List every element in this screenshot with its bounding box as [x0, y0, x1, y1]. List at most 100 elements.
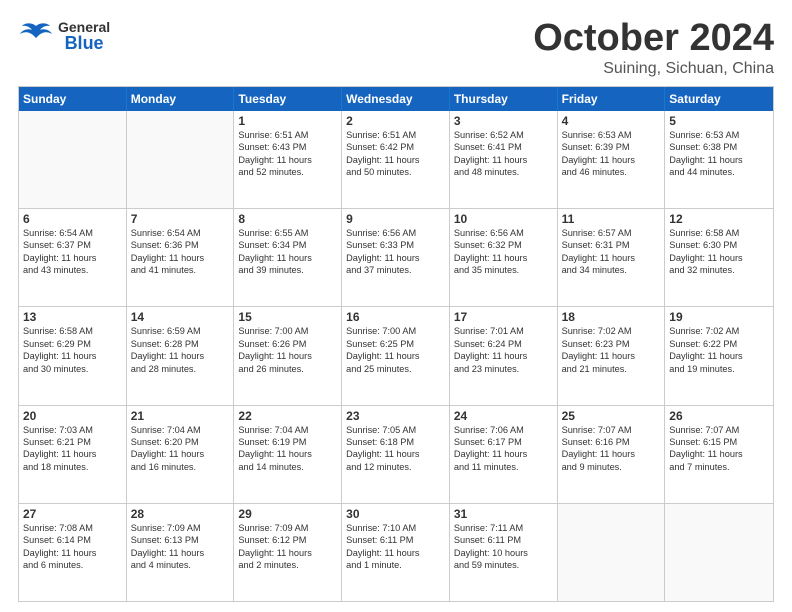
cell-line-1: Sunset: 6:41 PM	[454, 141, 553, 153]
day-number: 1	[238, 114, 337, 128]
calendar-body: 1Sunrise: 6:51 AMSunset: 6:43 PM Daylight…	[19, 111, 773, 601]
cell-line-3: and 9 minutes.	[562, 461, 661, 473]
day-number: 16	[346, 310, 445, 324]
day-cell-23: 23Sunrise: 7:05 AMSunset: 6:18 PMDayligh…	[342, 406, 450, 503]
cell-line-0: Sunrise: 6:51 AM	[238, 129, 337, 141]
day-number: 26	[669, 409, 769, 423]
header-day-friday: Friday	[558, 87, 666, 111]
cell-line-3: and 11 minutes.	[454, 461, 553, 473]
cell-line-1: Sunset: 6:15 PM	[669, 436, 769, 448]
cell-line-3: and 52 minutes.	[238, 166, 337, 178]
cell-line-3: and 46 minutes.	[562, 166, 661, 178]
cell-line-2: Daylight: 11 hours	[562, 252, 661, 264]
cell-line-2: Daylight: 11 hours	[238, 252, 337, 264]
cell-line-3: and 4 minutes.	[131, 559, 230, 571]
day-number: 29	[238, 507, 337, 521]
cell-line-1: Sunset: 6:25 PM	[346, 338, 445, 350]
day-cell-28: 28Sunrise: 7:09 AMSunset: 6:13 PMDayligh…	[127, 504, 235, 601]
cell-line-1: Sunset: 6:37 PM	[23, 239, 122, 251]
day-number: 25	[562, 409, 661, 423]
day-cell-12: 12Sunrise: 6:58 AMSunset: 6:30 PMDayligh…	[665, 209, 773, 306]
cell-line-1: Sunset: 6:28 PM	[131, 338, 230, 350]
cell-line-1: Sunset: 6:43 PM	[238, 141, 337, 153]
cell-line-1: Sunset: 6:18 PM	[346, 436, 445, 448]
calendar-header: SundayMondayTuesdayWednesdayThursdayFrid…	[19, 87, 773, 111]
day-number: 20	[23, 409, 122, 423]
cell-line-0: Sunrise: 6:58 AM	[669, 227, 769, 239]
cell-line-0: Sunrise: 6:59 AM	[131, 325, 230, 337]
day-cell-19: 19Sunrise: 7:02 AMSunset: 6:22 PMDayligh…	[665, 307, 773, 404]
cell-line-1: Sunset: 6:20 PM	[131, 436, 230, 448]
day-number: 3	[454, 114, 553, 128]
logo-blue: Blue	[65, 34, 104, 52]
day-number: 11	[562, 212, 661, 226]
cell-line-1: Sunset: 6:23 PM	[562, 338, 661, 350]
day-cell-11: 11Sunrise: 6:57 AMSunset: 6:31 PMDayligh…	[558, 209, 666, 306]
day-cell-6: 6Sunrise: 6:54 AMSunset: 6:37 PMDaylight…	[19, 209, 127, 306]
cell-line-0: Sunrise: 6:56 AM	[346, 227, 445, 239]
day-number: 14	[131, 310, 230, 324]
cell-line-0: Sunrise: 7:09 AM	[238, 522, 337, 534]
subtitle: Suining, Sichuan, China	[533, 60, 774, 78]
header-day-wednesday: Wednesday	[342, 87, 450, 111]
cell-line-2: Daylight: 11 hours	[454, 350, 553, 362]
header-day-monday: Monday	[127, 87, 235, 111]
cell-line-0: Sunrise: 7:05 AM	[346, 424, 445, 436]
cell-line-1: Sunset: 6:34 PM	[238, 239, 337, 251]
logo: General Blue	[18, 18, 110, 54]
title-block: October 2024 Suining, Sichuan, China	[533, 18, 774, 78]
cell-line-2: Daylight: 11 hours	[23, 350, 122, 362]
cell-line-1: Sunset: 6:22 PM	[669, 338, 769, 350]
cell-line-3: and 43 minutes.	[23, 264, 122, 276]
cell-line-0: Sunrise: 7:07 AM	[669, 424, 769, 436]
day-number: 5	[669, 114, 769, 128]
cell-line-2: Daylight: 11 hours	[669, 252, 769, 264]
day-number: 4	[562, 114, 661, 128]
day-cell-9: 9Sunrise: 6:56 AMSunset: 6:33 PMDaylight…	[342, 209, 450, 306]
day-number: 24	[454, 409, 553, 423]
cell-line-2: Daylight: 11 hours	[346, 350, 445, 362]
cell-line-1: Sunset: 6:24 PM	[454, 338, 553, 350]
calendar: SundayMondayTuesdayWednesdayThursdayFrid…	[18, 86, 774, 602]
cell-line-3: and 26 minutes.	[238, 363, 337, 375]
cell-line-3: and 35 minutes.	[454, 264, 553, 276]
cell-line-2: Daylight: 11 hours	[669, 448, 769, 460]
cell-line-2: Daylight: 11 hours	[131, 350, 230, 362]
cell-line-1: Sunset: 6:26 PM	[238, 338, 337, 350]
cell-line-0: Sunrise: 7:00 AM	[238, 325, 337, 337]
cell-line-1: Sunset: 6:32 PM	[454, 239, 553, 251]
header-day-tuesday: Tuesday	[234, 87, 342, 111]
day-number: 22	[238, 409, 337, 423]
cell-line-1: Sunset: 6:21 PM	[23, 436, 122, 448]
day-cell-31: 31Sunrise: 7:11 AMSunset: 6:11 PMDayligh…	[450, 504, 558, 601]
day-cell-8: 8Sunrise: 6:55 AMSunset: 6:34 PMDaylight…	[234, 209, 342, 306]
cell-line-1: Sunset: 6:17 PM	[454, 436, 553, 448]
day-number: 30	[346, 507, 445, 521]
day-cell-21: 21Sunrise: 7:04 AMSunset: 6:20 PMDayligh…	[127, 406, 235, 503]
cell-line-0: Sunrise: 6:53 AM	[669, 129, 769, 141]
day-cell-29: 29Sunrise: 7:09 AMSunset: 6:12 PMDayligh…	[234, 504, 342, 601]
cell-line-3: and 12 minutes.	[346, 461, 445, 473]
cell-line-0: Sunrise: 6:53 AM	[562, 129, 661, 141]
day-cell-26: 26Sunrise: 7:07 AMSunset: 6:15 PMDayligh…	[665, 406, 773, 503]
day-number: 28	[131, 507, 230, 521]
cell-line-2: Daylight: 10 hours	[454, 547, 553, 559]
cell-line-3: and 59 minutes.	[454, 559, 553, 571]
cell-line-2: Daylight: 11 hours	[131, 448, 230, 460]
cell-line-2: Daylight: 11 hours	[346, 547, 445, 559]
cell-line-1: Sunset: 6:29 PM	[23, 338, 122, 350]
cell-line-2: Daylight: 11 hours	[238, 547, 337, 559]
day-cell-5: 5Sunrise: 6:53 AMSunset: 6:38 PMDaylight…	[665, 111, 773, 208]
day-cell-17: 17Sunrise: 7:01 AMSunset: 6:24 PMDayligh…	[450, 307, 558, 404]
cell-line-0: Sunrise: 7:08 AM	[23, 522, 122, 534]
cell-line-3: and 18 minutes.	[23, 461, 122, 473]
cell-line-2: Daylight: 11 hours	[131, 547, 230, 559]
month-title: October 2024	[533, 18, 774, 60]
cell-line-1: Sunset: 6:42 PM	[346, 141, 445, 153]
cell-line-3: and 48 minutes.	[454, 166, 553, 178]
day-cell-25: 25Sunrise: 7:07 AMSunset: 6:16 PMDayligh…	[558, 406, 666, 503]
day-cell-7: 7Sunrise: 6:54 AMSunset: 6:36 PMDaylight…	[127, 209, 235, 306]
cell-line-0: Sunrise: 7:09 AM	[131, 522, 230, 534]
cell-line-0: Sunrise: 7:10 AM	[346, 522, 445, 534]
day-number: 23	[346, 409, 445, 423]
